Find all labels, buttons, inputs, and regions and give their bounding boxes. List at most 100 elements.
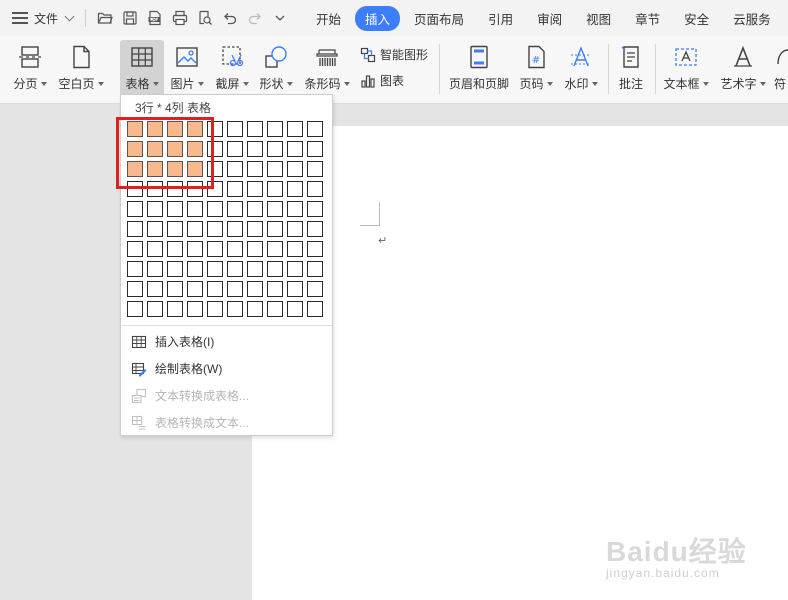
shape-button[interactable]: 形状 xyxy=(256,40,296,98)
table-grid-cell[interactable] xyxy=(287,141,303,157)
tab-review[interactable]: 审阅 xyxy=(527,6,572,31)
table-grid-cell[interactable] xyxy=(247,121,263,137)
redo-icon[interactable] xyxy=(242,6,267,30)
table-grid-cell[interactable] xyxy=(287,241,303,257)
watermark-button[interactable]: 水印 xyxy=(562,40,600,98)
table-grid-cell[interactable] xyxy=(147,201,163,217)
table-grid-cell-selected[interactable] xyxy=(147,121,163,137)
table-grid-cell[interactable] xyxy=(207,241,223,257)
table-grid-cell[interactable] xyxy=(227,301,243,317)
table-grid-cell[interactable] xyxy=(167,221,183,237)
table-grid-cell[interactable] xyxy=(127,261,143,277)
table-grid-cell[interactable] xyxy=(127,201,143,217)
table-grid-cell[interactable] xyxy=(307,181,323,197)
table-grid-cell-selected[interactable] xyxy=(187,141,203,157)
table-grid-cell[interactable] xyxy=(187,261,203,277)
table-grid-cell[interactable] xyxy=(147,181,163,197)
table-grid-cell[interactable] xyxy=(267,181,283,197)
table-grid-cell-selected[interactable] xyxy=(147,141,163,157)
table-grid-cell[interactable] xyxy=(187,221,203,237)
table-grid-cell[interactable] xyxy=(267,141,283,157)
table-grid-cell-selected[interactable] xyxy=(127,121,143,137)
blank-page-button[interactable]: 空白页 xyxy=(56,40,106,98)
table-grid-cell[interactable] xyxy=(267,241,283,257)
table-grid-cell[interactable] xyxy=(247,181,263,197)
table-grid-cell[interactable] xyxy=(267,281,283,297)
table-grid-cell[interactable] xyxy=(247,221,263,237)
table-grid-cell[interactable] xyxy=(227,201,243,217)
table-grid-cell[interactable] xyxy=(247,261,263,277)
save-icon[interactable] xyxy=(117,6,142,30)
table-grid-cell[interactable] xyxy=(287,121,303,137)
page-break-button[interactable]: 分页 xyxy=(10,40,50,98)
table-grid-cell[interactable] xyxy=(307,261,323,277)
table-grid-cell[interactable] xyxy=(267,301,283,317)
barcode-button[interactable]: 条形码 xyxy=(302,40,352,98)
table-grid-cell[interactable] xyxy=(127,281,143,297)
undo-icon[interactable] xyxy=(217,6,242,30)
table-grid-cell[interactable] xyxy=(147,301,163,317)
table-grid-cell-selected[interactable] xyxy=(167,161,183,177)
table-grid-cell[interactable] xyxy=(227,241,243,257)
table-grid-cell[interactable] xyxy=(287,221,303,237)
table-grid-cell[interactable] xyxy=(247,281,263,297)
table-grid-cell[interactable] xyxy=(247,241,263,257)
screenshot-button[interactable]: 截屏 xyxy=(212,40,252,98)
table-grid-cell[interactable] xyxy=(267,121,283,137)
table-grid-cell[interactable] xyxy=(167,261,183,277)
table-grid-cell[interactable] xyxy=(287,301,303,317)
table-grid-cell-selected[interactable] xyxy=(187,121,203,137)
table-grid-cell[interactable] xyxy=(207,201,223,217)
table-grid-cell[interactable] xyxy=(187,281,203,297)
print-icon[interactable] xyxy=(167,6,192,30)
table-grid-cell[interactable] xyxy=(167,301,183,317)
table-grid-cell[interactable] xyxy=(207,161,223,177)
table-grid-cell[interactable] xyxy=(267,201,283,217)
file-menu[interactable]: 文件 xyxy=(0,0,79,36)
comment-button[interactable]: 批注 xyxy=(614,40,648,98)
customize-toolbar-icon[interactable] xyxy=(267,6,292,30)
table-grid-cell[interactable] xyxy=(247,301,263,317)
page-number-button[interactable]: # 页码 xyxy=(518,40,554,98)
table-grid-cell[interactable] xyxy=(247,201,263,217)
table-grid-cell[interactable] xyxy=(207,301,223,317)
table-grid-cell[interactable] xyxy=(207,221,223,237)
table-grid-cell[interactable] xyxy=(307,121,323,137)
table-grid-cell[interactable] xyxy=(247,161,263,177)
symbol-button[interactable]: 符 xyxy=(774,40,788,98)
table-grid-cell[interactable] xyxy=(267,221,283,237)
table-grid-cell[interactable] xyxy=(147,261,163,277)
table-grid-cell[interactable] xyxy=(227,161,243,177)
table-grid-cell[interactable] xyxy=(167,281,183,297)
table-grid-cell[interactable] xyxy=(127,181,143,197)
table-grid-cell[interactable] xyxy=(187,181,203,197)
tab-view[interactable]: 视图 xyxy=(576,6,621,31)
smart-art-button[interactable]: 智能图形 xyxy=(360,46,428,63)
table-grid-cell[interactable] xyxy=(207,281,223,297)
table-grid-cell[interactable] xyxy=(267,261,283,277)
table-grid-cell[interactable] xyxy=(307,141,323,157)
open-folder-icon[interactable] xyxy=(92,6,117,30)
table-button[interactable]: 表格 xyxy=(120,40,164,98)
table-grid-cell[interactable] xyxy=(127,301,143,317)
tab-section[interactable]: 章节 xyxy=(625,6,670,31)
table-grid-cell[interactable] xyxy=(307,201,323,217)
text-box-button[interactable]: 文本框 xyxy=(662,40,710,98)
table-grid-cell[interactable] xyxy=(147,221,163,237)
table-grid-cell[interactable] xyxy=(147,281,163,297)
table-grid-cell[interactable] xyxy=(227,121,243,137)
table-grid-cell[interactable] xyxy=(207,141,223,157)
table-grid-cell[interactable] xyxy=(227,181,243,197)
table-grid-cell[interactable] xyxy=(307,301,323,317)
tab-references[interactable]: 引用 xyxy=(478,6,523,31)
tab-insert[interactable]: 插入 xyxy=(355,5,401,31)
table-grid-cell[interactable] xyxy=(227,281,243,297)
table-grid-cell[interactable] xyxy=(307,161,323,177)
table-grid-cell[interactable] xyxy=(207,261,223,277)
table-grid-cell[interactable] xyxy=(307,281,323,297)
table-grid-cell[interactable] xyxy=(147,241,163,257)
picture-button[interactable]: 图片 xyxy=(168,40,206,98)
tab-home[interactable]: 开始 xyxy=(306,6,351,31)
table-size-grid[interactable] xyxy=(127,121,323,317)
draw-table-menu-item[interactable]: 绘制表格(W) xyxy=(131,360,222,377)
